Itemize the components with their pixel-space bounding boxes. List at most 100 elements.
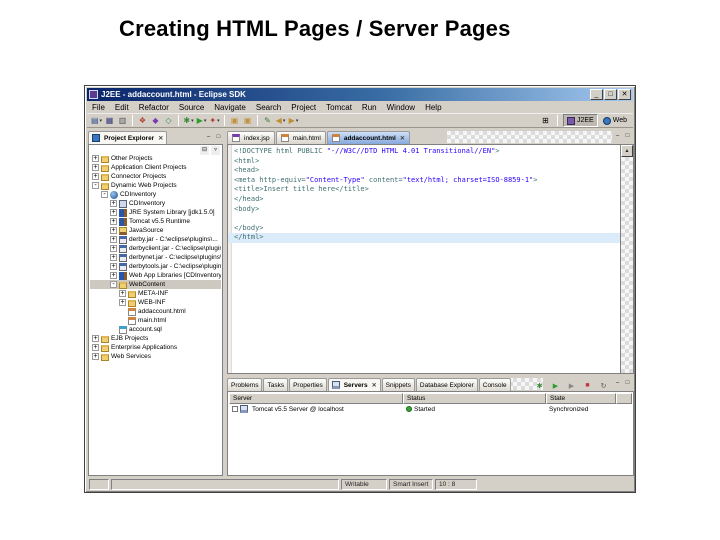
scroll-up-icon[interactable]: ▲ [621, 145, 633, 157]
menu-run[interactable]: Run [357, 103, 382, 112]
expand-icon[interactable]: + [110, 227, 117, 234]
new-web-project-icon[interactable]: ❖ [136, 114, 149, 127]
tree-item[interactable]: + JRE System Library [jdk1.5.0] [90, 208, 221, 217]
close-icon[interactable]: ✕ [400, 135, 405, 142]
tree-item[interactable]: + Web App Libraries [CDInventory] [90, 271, 221, 280]
forward-icon[interactable]: ▶ ▾ [287, 114, 300, 127]
last-edit-location-icon[interactable]: ✎ [261, 114, 274, 127]
tree-item[interactable]: + derbytools.jar - C:\eclipse\plugins\... [90, 262, 221, 271]
run-icon[interactable]: ▶ ▾ [195, 114, 208, 127]
export-icon[interactable]: ▣ [241, 114, 254, 127]
expand-icon[interactable]: + [110, 272, 117, 279]
debug-icon[interactable]: ✱ ▾ [182, 114, 195, 127]
editor-vertical-scrollbar[interactable]: ▲ [620, 145, 633, 373]
expand-icon[interactable]: + [92, 173, 99, 180]
tree-item[interactable]: + Application Client Projects [90, 163, 221, 172]
scrollbar-track[interactable] [621, 157, 633, 373]
new-servlet-icon[interactable]: ◆ [149, 114, 162, 127]
expand-icon[interactable]: + [110, 200, 117, 207]
tab-servers[interactable]: Servers ✕ [327, 378, 381, 391]
tree-item[interactable]: + EJB Projects [90, 334, 221, 343]
maximize-view-icon[interactable]: □ [623, 132, 632, 141]
menu-edit[interactable]: Edit [110, 103, 134, 112]
back-icon[interactable]: ◀ ▾ [274, 114, 287, 127]
expand-icon[interactable]: + [119, 290, 126, 297]
tree-item[interactable]: + CDInventory [90, 199, 221, 208]
minimize-view-icon[interactable]: – [204, 133, 213, 142]
tab-tasks[interactable]: Tasks [263, 378, 289, 391]
column-status[interactable]: Status [403, 393, 546, 404]
expand-icon[interactable]: + [110, 209, 117, 216]
tree-item[interactable]: + derbynet.jar - C:\eclipse\plugins\... [90, 253, 221, 262]
tree-item[interactable]: + Other Projects [90, 154, 221, 163]
perspective-j2ee[interactable]: J2EE [562, 114, 598, 127]
collapse-icon[interactable]: - [92, 182, 99, 189]
tab-snippets[interactable]: Snippets [381, 378, 415, 391]
expand-icon[interactable]: + [110, 263, 117, 270]
external-tools-icon[interactable]: ✦ ▾ [208, 114, 221, 127]
tree-item[interactable]: main.html [90, 316, 221, 325]
tree-item[interactable]: + META-INF [90, 289, 221, 298]
close-icon[interactable]: ✕ [158, 135, 163, 142]
tab-properties[interactable]: Properties [289, 378, 327, 391]
menu-help[interactable]: Help [420, 103, 446, 112]
menu-project[interactable]: Project [286, 103, 321, 112]
new-wizard-icon[interactable]: ▤ ▾ [90, 114, 103, 127]
open-perspective-icon[interactable]: ⊞ [539, 114, 552, 127]
tab-database-explorer[interactable]: Database Explorer [415, 378, 478, 391]
editor-tab-main-html[interactable]: main.html [275, 131, 326, 144]
new-jsp-icon[interactable]: ◇ [162, 114, 175, 127]
collapse-icon[interactable]: - [101, 191, 108, 198]
minimize-button[interactable]: _ [590, 89, 603, 100]
menu-window[interactable]: Window [382, 103, 420, 112]
tree-item[interactable]: + derby.jar - C:\eclipse\plugins\... [90, 235, 221, 244]
menu-file[interactable]: File [87, 103, 110, 112]
menu-search[interactable]: Search [251, 103, 286, 112]
minimize-view-icon[interactable]: – [613, 132, 622, 141]
tree-item[interactable]: + Web Services [90, 352, 221, 361]
maximize-view-icon[interactable]: □ [623, 379, 632, 388]
menu-refactor[interactable]: Refactor [134, 103, 174, 112]
editor-tab-index-jsp[interactable]: index.jsp [227, 131, 275, 144]
tree-item[interactable]: + Tomcat v5.5 Runtime [90, 217, 221, 226]
menu-navigate[interactable]: Navigate [209, 103, 251, 112]
expand-icon[interactable]: + [110, 236, 117, 243]
column-state[interactable]: State [546, 393, 616, 404]
menu-tomcat[interactable]: Tomcat [321, 103, 357, 112]
tab-console[interactable]: Console [478, 378, 511, 391]
tree-item[interactable]: + WEB-INF [90, 298, 221, 307]
tree-item[interactable]: + JavaSource [90, 226, 221, 235]
expand-icon[interactable]: + [92, 335, 99, 342]
expand-icon[interactable]: + [119, 299, 126, 306]
tree-item[interactable]: - WebContent [90, 280, 221, 289]
import-icon[interactable]: ▣ [228, 114, 241, 127]
close-icon[interactable]: ✕ [372, 382, 377, 389]
tree-item[interactable]: + derbyclient.jar - C:\eclipse\plugins\..… [90, 244, 221, 253]
expand-icon[interactable]: + [92, 155, 99, 162]
maximize-button[interactable]: □ [604, 89, 617, 100]
maximize-view-icon[interactable]: □ [214, 133, 223, 142]
tab-project-explorer[interactable]: Project Explorer ✕ [88, 131, 168, 144]
column-server[interactable]: Server [229, 393, 403, 404]
server-row-checkbox[interactable] [232, 406, 238, 412]
expand-icon[interactable]: + [92, 353, 99, 360]
minimize-view-icon[interactable]: – [613, 379, 622, 388]
project-tree[interactable]: + Other Projects + Application Client Proje… [90, 154, 221, 474]
menu-source[interactable]: Source [174, 103, 209, 112]
tree-item[interactable]: - Dynamic Web Projects [90, 181, 221, 190]
collapse-icon[interactable]: - [110, 281, 117, 288]
server-row[interactable]: Tomcat v5.5 Server @ localhost Started Syn… [229, 404, 632, 414]
editor-tab-addaccount-html[interactable]: addaccount.html ✕ [326, 131, 410, 144]
tree-item[interactable]: account.sql [90, 325, 221, 334]
tree-item[interactable]: addaccount.html [90, 307, 221, 316]
expand-icon[interactable]: + [110, 218, 117, 225]
perspective-web[interactable]: Web [600, 114, 630, 127]
print-icon[interactable]: ▥ [116, 114, 129, 127]
expand-icon[interactable]: + [110, 254, 117, 261]
close-button[interactable]: ✕ [618, 89, 631, 100]
tree-item[interactable]: + Enterprise Applications [90, 343, 221, 352]
expand-icon[interactable]: + [92, 344, 99, 351]
window-titlebar[interactable]: J2EE - addaccount.html - Eclipse SDK _ □ ✕ [87, 88, 633, 101]
tab-problems[interactable]: Problems [227, 378, 263, 391]
expand-icon[interactable]: + [92, 164, 99, 171]
